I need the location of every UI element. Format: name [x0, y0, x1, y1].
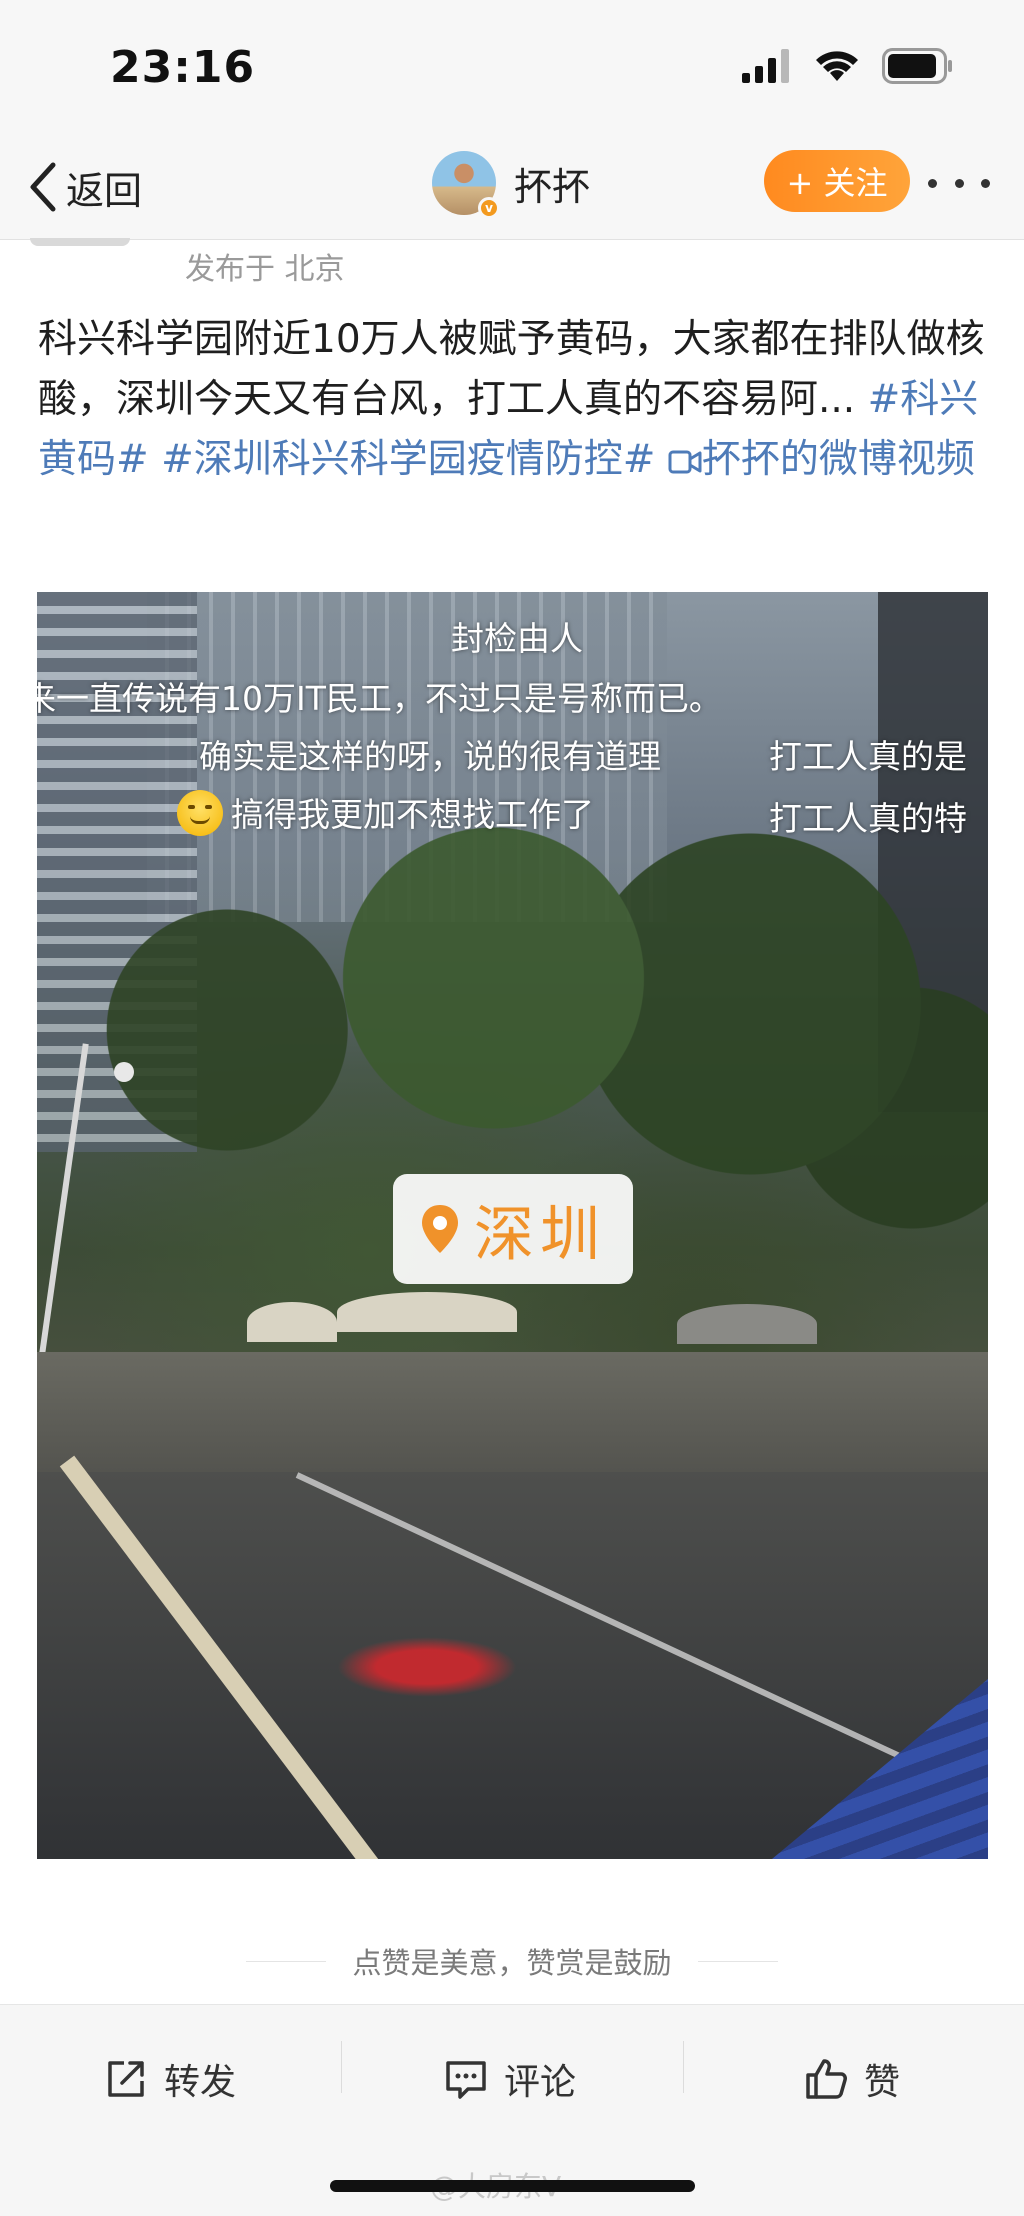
- danmaku-comment-emoji: 搞得我更加不想找工作了: [177, 788, 594, 836]
- laughing-emoji-icon: [177, 790, 223, 836]
- video-player[interactable]: 封检由人 来一直传说有10万IT民工，不过只是号称而已。 确实是这样的呀，说的很…: [37, 592, 988, 1859]
- toolbar-divider: [683, 2041, 684, 2093]
- location-tag-label: 深圳: [474, 1199, 606, 1270]
- nav-user[interactable]: v 抔抔: [432, 151, 590, 219]
- home-indicator[interactable]: [330, 2180, 695, 2192]
- patio-umbrella: [247, 1302, 337, 1342]
- follow-button[interactable]: + 关注: [764, 150, 910, 212]
- patio-umbrella: [337, 1292, 517, 1332]
- thumbs-up-icon: [806, 2059, 847, 2099]
- bottom-toolbar: 转发 评论 赞 @大房东V: [0, 2004, 1024, 2216]
- back-button[interactable]: 返回: [28, 157, 142, 217]
- signal-icon: [742, 49, 789, 83]
- video-icon: [668, 450, 702, 474]
- post-location: 发布于 北京: [185, 252, 345, 287]
- divider-line: [697, 1960, 778, 1962]
- toolbar-divider: [341, 2041, 342, 2093]
- nav-bar: 返回 v 抔抔 + 关注: [0, 135, 1024, 240]
- danmaku-comment: 搞得我更加不想找工作了: [231, 795, 594, 834]
- topic-link[interactable]: #深圳科兴科学园疫情防控#: [161, 437, 655, 482]
- status-icons: [742, 48, 954, 84]
- patio-umbrella: [677, 1304, 817, 1344]
- more-dot-icon: [954, 178, 964, 188]
- danmaku-comment: 打工人真的是: [769, 737, 967, 776]
- street-lamp-head: [114, 1062, 134, 1082]
- reward-row[interactable]: 点赞是美意，赞赏是鼓励: [0, 1940, 1024, 1982]
- more-options-button[interactable]: [928, 163, 990, 203]
- post-avatar-edge: [30, 238, 130, 246]
- video-link[interactable]: 抔抔的微博视频: [668, 437, 975, 482]
- reward-text[interactable]: 点赞是美意，赞赏是鼓励: [352, 1940, 671, 1982]
- comment-button[interactable]: 评论: [444, 2049, 576, 2109]
- divider-line: [246, 1960, 327, 1962]
- location-tag: 深圳: [393, 1174, 633, 1284]
- back-label: 返回: [66, 168, 143, 213]
- chevron-left-icon: [30, 162, 56, 212]
- battery-icon: [882, 48, 952, 84]
- comment-icon: [446, 2061, 486, 2099]
- avatar[interactable]: v: [432, 151, 500, 219]
- repost-button[interactable]: 转发: [104, 2049, 236, 2109]
- wifi-icon: [816, 51, 858, 81]
- more-dot-icon: [928, 178, 937, 188]
- danmaku-comment: 封检由人: [451, 619, 583, 658]
- more-dot-icon: [981, 178, 990, 188]
- danmaku-comment: 来一直传说有10万IT民工，不过只是号称而已。: [37, 679, 722, 718]
- danmaku-comment: 打工人真的特: [769, 799, 967, 838]
- post-body-text: 科兴科学园附近10万人被赋予黄码，大家都在排队做核酸，深圳今天又有台风，打工人真…: [38, 317, 985, 422]
- status-time: 23:16: [110, 42, 256, 93]
- danmaku-comment: 确实是这样的呀，说的很有道理: [199, 737, 661, 776]
- user-name[interactable]: 抔抔: [514, 156, 590, 211]
- video-link-label: 抔抔的微博视频: [701, 437, 975, 482]
- repost-label: 转发: [164, 2062, 237, 2103]
- post-text: 科兴科学园附近10万人被赋予黄码，大家都在排队做核酸，深圳今天又有台风，打工人真…: [38, 310, 988, 490]
- comment-label: 评论: [504, 2062, 577, 2103]
- repost-icon: [108, 2061, 144, 2097]
- status-bar: 23:16: [0, 0, 1024, 135]
- like-button[interactable]: 赞: [804, 2049, 900, 2109]
- verified-badge-icon: v: [478, 197, 500, 219]
- like-label: 赞: [864, 2062, 901, 2103]
- location-pin-icon: [422, 1205, 458, 1253]
- plaza-crowd: [37, 1352, 988, 1472]
- red-sign: [337, 1637, 517, 1697]
